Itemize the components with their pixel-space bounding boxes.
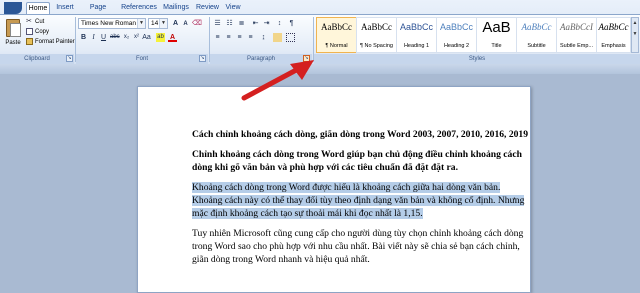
- shrink-font-icon[interactable]: A: [181, 20, 190, 29]
- style-normal[interactable]: AaBbCc ¶ Normal: [316, 17, 357, 53]
- doc-title: Cách chỉnh khoảng cách dòng, giãn dòng t…: [192, 129, 529, 140]
- font-color-icon[interactable]: A: [168, 33, 177, 42]
- highlight-icon[interactable]: ab: [156, 33, 165, 42]
- font-launcher-icon[interactable]: ↘: [199, 55, 206, 62]
- copy-icon: [26, 28, 33, 35]
- style-emphasis[interactable]: AaBbCc Emphasis: [596, 17, 631, 53]
- shading-icon[interactable]: [273, 33, 282, 42]
- style-heading-2[interactable]: AaBbCc Heading 2: [436, 17, 477, 53]
- clear-formatting-icon[interactable]: ⌫: [192, 19, 202, 28]
- underline-icon[interactable]: U: [99, 33, 108, 42]
- font-size-value: 14: [151, 20, 159, 27]
- tab-review[interactable]: Review: [196, 2, 219, 14]
- chevron-down-icon[interactable]: ▼: [137, 19, 145, 28]
- paste-label: Paste: [5, 40, 21, 46]
- borders-icon[interactable]: [286, 33, 295, 42]
- clipboard-group-label: Clipboard: [0, 54, 74, 64]
- subscript-icon[interactable]: x₂: [122, 33, 131, 42]
- styles-gallery: AaBbCc ¶ Normal AaBbCc ¶ No Spacing AaBb…: [316, 17, 631, 53]
- change-case-icon[interactable]: Aa: [142, 33, 151, 42]
- style-title[interactable]: AaB Title: [476, 17, 517, 53]
- styles-scroll[interactable]: ▲ ▼: [631, 17, 639, 53]
- font-name-combo[interactable]: Times New Roman ▼: [78, 18, 146, 29]
- paintbrush-icon: [26, 38, 33, 45]
- font-group-label: Font: [76, 54, 208, 64]
- scissors-icon: ✂: [26, 18, 32, 25]
- style-subtitle[interactable]: AaBbCc Subtitle: [516, 17, 557, 53]
- sort-icon[interactable]: ↕: [275, 19, 284, 28]
- multilevel-list-icon[interactable]: ≣: [237, 19, 246, 28]
- pilcrow-icon[interactable]: ¶: [287, 19, 296, 28]
- bullets-icon[interactable]: ☰: [213, 19, 222, 28]
- style-sample: AaBbCc: [439, 22, 474, 32]
- ribbon-tabs: Home Insert Page Layout References Maili…: [0, 0, 640, 23]
- decrease-indent-icon[interactable]: ⇤: [251, 19, 260, 28]
- doc-lead-paragraph: Chỉnh khoảng cách dòng trong Word giúp b…: [192, 149, 522, 173]
- style-name: Title: [491, 43, 502, 49]
- style-name: Heading 1: [403, 43, 430, 49]
- style-name: Subtitle: [527, 43, 546, 49]
- office-button[interactable]: [4, 2, 22, 14]
- grow-font-icon[interactable]: A: [171, 19, 180, 28]
- bold-icon[interactable]: B: [79, 33, 88, 42]
- increase-indent-icon[interactable]: ⇥: [262, 19, 271, 28]
- style-sample: AaBbCcI: [560, 22, 593, 32]
- style-sample: AaBbCc: [321, 22, 352, 32]
- style-no-spacing[interactable]: AaBbCc ¶ No Spacing: [356, 17, 397, 53]
- style-name: ¶ Normal: [325, 43, 348, 49]
- justify-icon[interactable]: ≡: [246, 33, 255, 42]
- style-sample: AaBbCc: [521, 22, 552, 32]
- tab-view[interactable]: View: [224, 2, 242, 14]
- superscript-icon[interactable]: x²: [132, 33, 141, 42]
- format-painter-button[interactable]: Format Painter: [26, 38, 75, 47]
- line-spacing-icon[interactable]: ↨: [259, 33, 268, 42]
- doc-highlighted-paragraph: Khoảng cách dòng trong Word được hiểu là…: [192, 181, 532, 220]
- tab-mailings[interactable]: Mailings: [162, 2, 190, 14]
- clipboard-launcher-icon[interactable]: ↘: [66, 55, 73, 62]
- style-subtle-emphasis[interactable]: AaBbCcI Subtle Emp...: [556, 17, 597, 53]
- align-right-icon[interactable]: ≡: [235, 33, 244, 42]
- style-name: Heading 2: [443, 43, 470, 49]
- tab-insert[interactable]: Insert: [55, 2, 75, 14]
- doc-body-paragraph: Tuy nhiên Microsoft cũng cung cấp cho ng…: [192, 228, 524, 265]
- align-center-icon[interactable]: ≡: [224, 33, 233, 42]
- style-sample: AaBbCc: [361, 22, 392, 32]
- tab-page-layout[interactable]: Page Layout: [80, 2, 116, 23]
- clipboard-icon: [6, 19, 21, 37]
- style-name: Subtle Emp...: [559, 43, 594, 49]
- style-sample: AaBbCc: [598, 22, 629, 32]
- cut-button[interactable]: ✂ Cut: [26, 18, 44, 27]
- numbering-icon[interactable]: ☷: [225, 19, 234, 28]
- style-name: ¶ No Spacing: [360, 43, 393, 49]
- red-arrow-icon: [241, 60, 314, 101]
- selected-text: Khoảng cách dòng trong Word được hiểu là…: [192, 182, 525, 219]
- copy-button[interactable]: Copy: [26, 28, 49, 37]
- strikethrough-icon[interactable]: abc: [110, 33, 120, 42]
- style-heading-1[interactable]: AaBbCc Heading 1: [396, 17, 437, 53]
- style-name: Emphasis: [601, 43, 626, 49]
- italic-icon[interactable]: I: [89, 33, 98, 42]
- align-left-icon[interactable]: ≡: [213, 33, 222, 42]
- paste-button[interactable]: Paste: [2, 17, 24, 51]
- styles-group-label: Styles: [314, 54, 640, 64]
- arrow-shaft: [241, 65, 303, 101]
- format-painter-label: Format Painter: [35, 39, 75, 46]
- style-sample: AaB: [482, 19, 511, 36]
- document-body[interactable]: Cách chỉnh khoảng cách dòng, giãn dòng t…: [192, 128, 532, 273]
- chevron-down-icon[interactable]: ▼: [159, 19, 167, 28]
- font-size-combo[interactable]: 14 ▼: [148, 18, 168, 29]
- tab-references[interactable]: References: [121, 2, 157, 14]
- cut-label: Cut: [35, 19, 45, 26]
- copy-label: Copy: [35, 29, 50, 36]
- tab-home[interactable]: Home: [26, 2, 50, 14]
- font-name-value: Times New Roman: [81, 20, 137, 27]
- style-sample: AaBbCc: [399, 22, 434, 32]
